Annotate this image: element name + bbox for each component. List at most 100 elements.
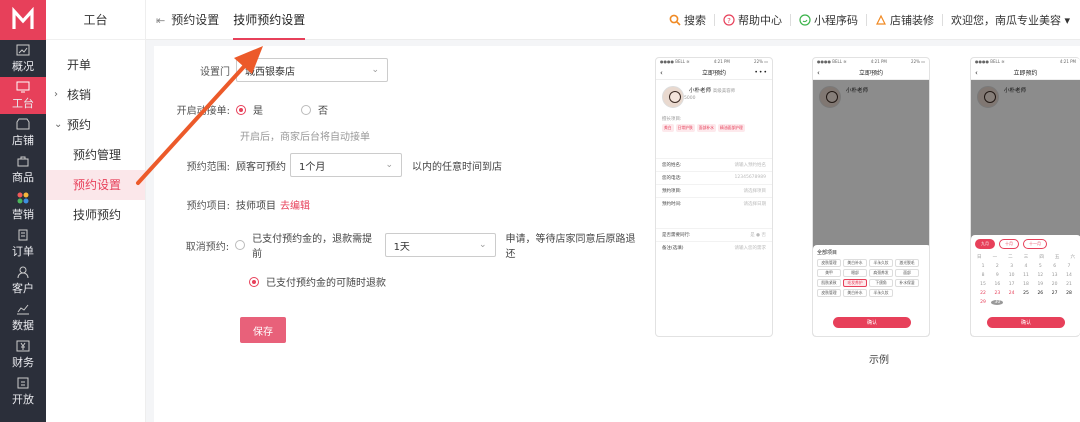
weekday: 三 <box>1023 255 1029 260</box>
confirm-button[interactable]: 确认 <box>833 317 911 328</box>
sidebar-item-billing[interactable]: 开单 <box>46 50 145 80</box>
calendar-day[interactable]: 26 <box>1034 291 1046 296</box>
item-chip[interactable]: 下颌角 <box>869 279 893 287</box>
item-chip[interactable]: 补水保湿 <box>895 279 919 287</box>
calendar-day[interactable]: 1 <box>977 264 989 269</box>
tab-tech-booking-settings[interactable]: 技师预约设置 <box>233 0 306 40</box>
rail-item-store[interactable]: 店铺 <box>0 114 46 151</box>
calendar-day[interactable]: 6 <box>1049 264 1061 269</box>
tech-title: 高级美容师 <box>712 89 736 94</box>
confirm-button[interactable]: 确认 <box>987 317 1065 328</box>
account-menu[interactable]: 欢迎您，南瓜专业美容 ▾ <box>951 12 1070 28</box>
store-select[interactable]: 城西银泰店 ⌄ <box>236 58 388 82</box>
calendar-day[interactable]: 11 <box>1020 273 1032 278</box>
rail-item-open[interactable]: 开放 <box>0 373 46 410</box>
calendar-day[interactable]: 16 <box>991 282 1003 287</box>
calendar-day[interactable]: 21 <box>1063 282 1075 287</box>
month-tab[interactable]: 九月 <box>975 239 995 249</box>
calendar-day[interactable]: 17 <box>1006 282 1018 287</box>
calendar-day[interactable]: 18 <box>1020 282 1032 287</box>
collapse-menu-icon[interactable]: ⇤ <box>156 14 165 27</box>
rail-item-orders[interactable]: 订单 <box>0 225 46 262</box>
rail-item-goods[interactable]: 商品 <box>0 151 46 188</box>
radio-label: 已支付预约金的可随时退款 <box>266 278 386 289</box>
skills-label: 擅长项目: <box>662 117 682 122</box>
item-chip[interactable]: 美白补水 <box>843 259 867 267</box>
cancel-advance-radio[interactable]: 已支付预约金的，退款需提前 <box>235 230 380 260</box>
weekday: 六 <box>1070 255 1075 260</box>
edit-items-link[interactable]: 去编辑 <box>280 197 310 212</box>
rail-item-label: 概况 <box>12 59 34 73</box>
calendar-day[interactable]: 28 <box>1063 291 1075 296</box>
phone-preview-calendar: ●●●● BELL ≋ 4:21 PM ‹ 立即预约 小朴老师 九月 十月 十一月 … <box>970 57 1080 337</box>
calendar-day[interactable]: 25 <box>1020 291 1032 296</box>
calendar-day[interactable]: 13 <box>1049 273 1061 278</box>
radio-dot <box>249 276 259 287</box>
calendar-day[interactable]: 10 <box>1006 273 1018 278</box>
row-auto-accept-hint: 开启后，商家后台将自动接单 <box>240 128 370 143</box>
item-chip[interactable]: 美甲 <box>817 269 841 277</box>
rail-item-marketing[interactable]: 营销 <box>0 188 46 225</box>
cancel-days-select[interactable]: 1天 ⌄ <box>384 233 496 257</box>
calendar-day[interactable]: 23 <box>991 291 1003 296</box>
help-center-button[interactable]: ? 帮助中心 <box>723 12 782 28</box>
phone-title: 立即预约 <box>701 70 726 77</box>
calendar-day[interactable]: 7 <box>1063 264 1075 269</box>
auto-accept-no-radio[interactable]: 否 <box>301 102 328 117</box>
back-icon: ‹ <box>817 68 820 77</box>
rail-item-customers[interactable]: 客户 <box>0 262 46 299</box>
item-chip[interactable]: 美白补水 <box>843 289 867 297</box>
calendar-day[interactable]: 22 <box>977 291 989 296</box>
calendar-day[interactable]: 8 <box>977 273 989 278</box>
miniprogram-code-button[interactable]: 小程序码 <box>799 12 858 28</box>
rail-item-data[interactable]: 数据 <box>0 299 46 336</box>
month-tab[interactable]: 十一月 <box>1023 239 1047 249</box>
calendar-day[interactable]: 3 <box>1006 264 1018 269</box>
calendar-day[interactable]: 5 <box>1034 264 1046 269</box>
item-chip[interactable]: 眼部 <box>843 269 867 277</box>
range-select[interactable]: 1个月 ⌄ <box>290 153 402 177</box>
month-tab[interactable]: 十月 <box>999 239 1019 249</box>
calendar-day[interactable]: 27 <box>1049 291 1061 296</box>
item-chip-selected[interactable]: 毛发养护 <box>843 279 867 287</box>
item-chip[interactable]: 半永久妆 <box>869 259 893 267</box>
item-chip[interactable]: 面部 <box>895 269 919 277</box>
calendar-day[interactable]: 15 <box>977 282 989 287</box>
search-button[interactable]: 搜索 <box>669 12 706 28</box>
item-chip[interactable]: 皮肤管理 <box>817 259 841 267</box>
sidebar-item-booking[interactable]: ⌄ 预约 <box>46 110 145 140</box>
rail-item-finance[interactable]: 财务 <box>0 336 46 373</box>
item-chip[interactable]: 肌肤紧致 <box>817 279 841 287</box>
calendar-day[interactable]: 12 <box>1034 273 1046 278</box>
status-bar: ●●●● BELL ≋ 4:21 PM 22% ▭ <box>656 58 772 66</box>
calendar-day[interactable]: 20 <box>1049 282 1061 287</box>
calendar-day[interactable]: 24 <box>1006 291 1018 296</box>
brand-logo[interactable] <box>0 0 46 40</box>
calendar-day-selected[interactable]: 30 <box>991 300 1004 305</box>
cancel-anytime-radio[interactable]: 已支付预约金的可随时退款 <box>249 274 386 289</box>
sidebar-item-booking-settings[interactable]: 预约设置 <box>46 170 145 200</box>
item-chip[interactable]: 半永久妆 <box>869 289 893 297</box>
item-chip[interactable]: 肩颈养发 <box>869 269 893 277</box>
field-key: 预约项目: <box>662 189 682 194</box>
calendar-day[interactable]: 2 <box>991 264 1003 269</box>
item-chip[interactable]: 激光脱毛 <box>895 259 919 267</box>
rail-item-overview[interactable]: 概况 <box>0 40 46 77</box>
sidebar-item-booking-manage[interactable]: 预约管理 <box>46 140 145 170</box>
item-chips: 皮肤管理 美白补水 半永久妆 激光脱毛 美甲 眼部 肩颈养发 面部 肌肤紧致 毛… <box>817 259 927 297</box>
calendar-day[interactable]: 4 <box>1020 264 1032 269</box>
sidebar-item-tech-booking[interactable]: 技师预约 <box>46 200 145 230</box>
rail-item-workbench[interactable]: 工台 <box>0 77 46 114</box>
calendar-day[interactable]: 14 <box>1063 273 1075 278</box>
tab-booking-settings[interactable]: 预约设置 <box>171 0 219 40</box>
store-decor-button[interactable]: 店铺装修 <box>875 12 934 28</box>
sidebar-item-verify[interactable]: › 核销 <box>46 80 145 110</box>
items-value: 技师项目 <box>236 201 276 212</box>
item-chip[interactable]: 皮肤管理 <box>817 289 841 297</box>
calendar-day[interactable]: 29 <box>977 300 989 305</box>
save-button[interactable]: 保存 <box>240 317 286 343</box>
calendar-day[interactable]: 9 <box>991 273 1003 278</box>
auto-accept-yes-radio[interactable]: 是 <box>236 102 263 117</box>
calendar-day[interactable]: 19 <box>1034 282 1046 287</box>
help-icon: ? <box>723 14 735 26</box>
